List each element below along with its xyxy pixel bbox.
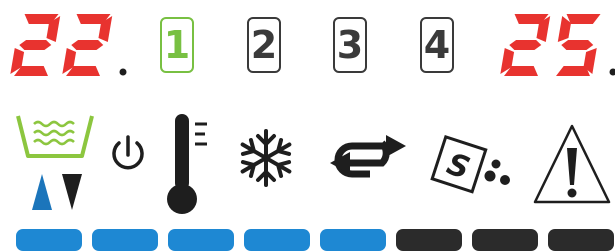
key-1-button[interactable] [16, 229, 82, 251]
key-7-button[interactable] [472, 229, 538, 251]
snowflake-icon [236, 128, 296, 188]
water-bath-icon [12, 112, 96, 164]
program-1-label: 1 [164, 26, 190, 64]
up-down-arrows-icon[interactable] [30, 172, 90, 212]
program-1-button[interactable]: 1 [160, 17, 194, 73]
temperature-display-left [10, 14, 135, 80]
digit-segment [558, 16, 571, 42]
program-4-label: 4 [424, 26, 450, 64]
warning-triangle-icon [532, 122, 612, 206]
program-2-label: 2 [251, 26, 277, 64]
digit-segment [556, 66, 590, 76]
digit-segment [509, 40, 541, 50]
arrow-up-icon [32, 174, 52, 210]
key-6-button[interactable] [396, 229, 462, 251]
key-4-button[interactable] [244, 229, 310, 251]
key-5-button[interactable] [320, 229, 386, 251]
key-2-button[interactable] [92, 229, 158, 251]
program-3-label: 3 [337, 26, 363, 64]
program-2-button[interactable]: 2 [247, 17, 281, 73]
cycle-arrows-icon [326, 133, 408, 189]
seven-segment-readout [10, 14, 135, 80]
decimal-point [120, 69, 127, 76]
decimal-point [610, 69, 615, 76]
digit-segment [19, 40, 51, 50]
digit-segment [567, 14, 601, 24]
thermometer-icon [165, 110, 215, 218]
temperature-display-right [500, 14, 615, 80]
power-icon[interactable] [108, 133, 148, 175]
arrow-down-icon [62, 174, 82, 210]
seven-segment-readout [500, 14, 615, 80]
digit-segment [561, 40, 593, 50]
digit-segment [71, 40, 103, 50]
salt-icon: S [428, 130, 520, 200]
key-3-button[interactable] [168, 229, 234, 251]
program-3-button[interactable]: 3 [333, 17, 367, 73]
program-4-button[interactable]: 4 [420, 17, 454, 73]
key-8-button[interactable] [548, 229, 614, 251]
